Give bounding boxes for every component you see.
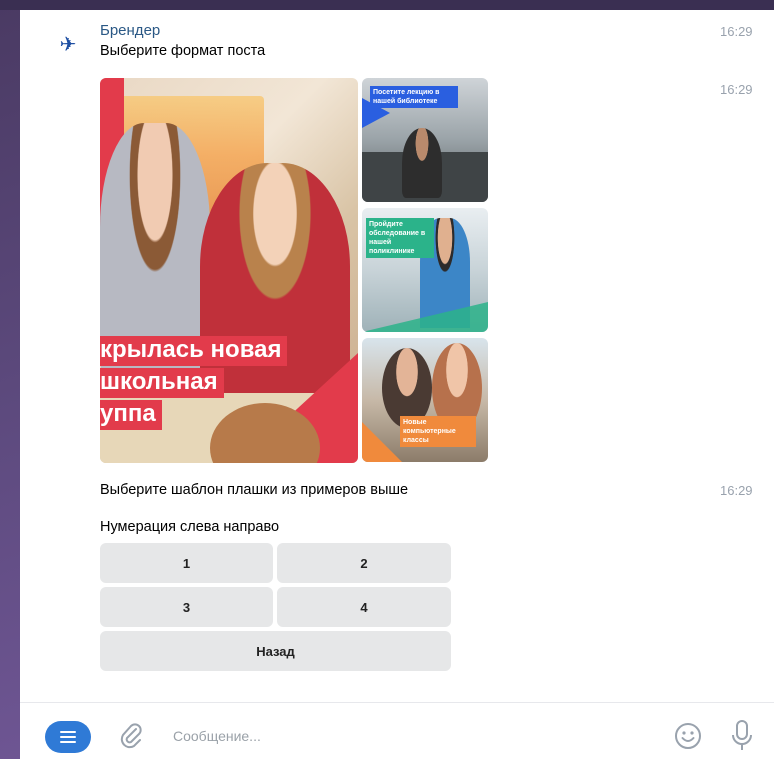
gallery-image-large[interactable]: крылась новая школьная уппа bbox=[100, 78, 358, 463]
caption-line: уппа bbox=[100, 400, 162, 430]
image-orange-shape bbox=[362, 422, 402, 462]
keyboard-button-2[interactable]: 2 bbox=[277, 543, 451, 583]
menu-button[interactable] bbox=[45, 721, 91, 753]
message-time: 16:29 bbox=[720, 483, 753, 498]
menu-icon bbox=[60, 731, 76, 743]
caption-line: школьная bbox=[100, 368, 224, 398]
chat-window: ✈ Брендер Выберите формат поста 16:29 16… bbox=[20, 10, 774, 759]
mic-icon[interactable] bbox=[730, 719, 754, 753]
gallery-image-clinic[interactable]: Пройдите обследование в нашей поликлиник… bbox=[362, 208, 488, 332]
gallery-image-library[interactable]: Посетите лекцию в нашей библиотеке bbox=[362, 78, 488, 202]
message-text: Нумерация слева направо bbox=[100, 519, 280, 535]
gallery-image-classroom[interactable]: Новые компьютерные классы bbox=[362, 338, 488, 462]
keyboard-button-1[interactable]: 1 bbox=[100, 543, 273, 583]
message-time: 16:29 bbox=[720, 82, 753, 97]
keyboard-button-4[interactable]: 4 bbox=[277, 587, 451, 627]
image-label: Посетите лекцию в нашей библиотеке bbox=[370, 86, 458, 108]
message-text: Выберите формат поста bbox=[100, 43, 266, 59]
image-label: Новые компьютерные классы bbox=[400, 416, 476, 447]
paperclip-icon[interactable] bbox=[118, 721, 144, 751]
keyboard-button-3[interactable]: 3 bbox=[100, 587, 273, 627]
sender-name[interactable]: Брендер bbox=[100, 22, 160, 39]
message-input[interactable]: Сообщение... bbox=[173, 728, 261, 744]
avatar[interactable]: ✈ bbox=[48, 25, 88, 65]
back-button[interactable]: Назад bbox=[100, 631, 451, 671]
brender-logo-icon: ✈ bbox=[59, 33, 77, 56]
message-composer: Сообщение... bbox=[20, 702, 774, 759]
image-caption: крылась новая школьная уппа bbox=[100, 336, 288, 432]
image-man bbox=[402, 128, 442, 198]
message-text: Выберите шаблон плашки из примеров выше bbox=[100, 482, 409, 498]
smile-icon[interactable] bbox=[674, 722, 702, 750]
image-label: Пройдите обследование в нашей поликлиник… bbox=[366, 218, 434, 258]
caption-line: крылась новая bbox=[100, 336, 288, 366]
message-time: 16:29 bbox=[720, 24, 753, 39]
window-top-strip bbox=[0, 0, 774, 10]
